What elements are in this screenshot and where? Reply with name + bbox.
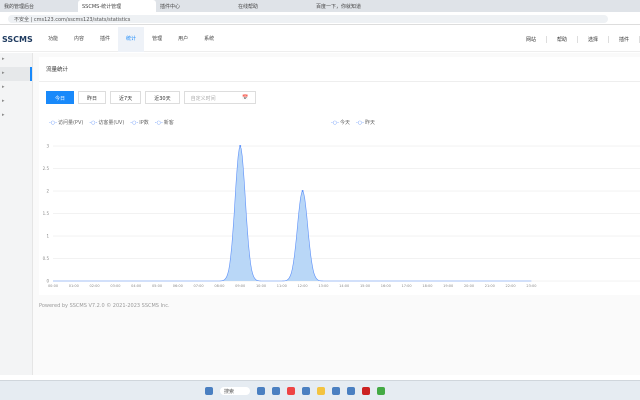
x-tick-label: 12:00 [298,284,308,288]
sidebar-item[interactable]: ▸ [0,95,32,109]
main-content: 流量统计 今日 昨日 近7天 近30天 自定义时间📅 访问量(PV) 访客量(U… [33,53,640,375]
x-tick-label: 20:00 [464,284,474,288]
nav-item[interactable]: 内容 [66,27,92,52]
top-nav: SSCMS 功能 内容 插件 统计 管理 用户 系统 网站 帮助 选择 插件 [0,26,640,52]
legend-item[interactable]: 访客量(UV) [89,119,124,126]
folder-icon[interactable] [317,386,325,395]
address-bar[interactable]: 不安全 | cms123.com/sscms123/stats/statisti… [0,12,640,25]
app-icon[interactable] [272,386,280,395]
x-tick-label: 07:00 [194,284,204,288]
last-30-days-button[interactable]: 近30天 [145,91,180,104]
x-tick-label: 04:00 [131,284,141,288]
browser-tabs: 我的管理后台 SSCMS-统计管理 插件中心 在线帮助 百度一下，你就知道 [0,0,640,12]
y-tick-label: 1 [46,234,49,239]
taskbar: 搜索 [0,380,640,400]
x-tick-label: 18:00 [422,284,432,288]
sidebar-item[interactable]: ▸ [0,81,32,95]
chrome-icon[interactable] [287,386,295,395]
nav-right-item[interactable]: 帮助 [547,35,578,43]
page-title: 流量统计 [39,57,640,82]
x-tick-label: 14:00 [339,284,349,288]
sidebar-item[interactable]: ▸ [0,109,32,123]
stats-card: 流量统计 今日 昨日 近7天 近30天 自定义时间📅 访问量(PV) 访客量(U… [39,57,640,295]
x-tick-label: 22:00 [506,284,516,288]
nav-right-item[interactable]: 选择 [578,35,609,43]
app-icon[interactable] [362,386,370,395]
sidebar: ▸ ▸ ▸ ▸ ▸ [0,53,33,375]
app-icon[interactable] [347,386,355,395]
x-tick-label: 03:00 [110,284,120,288]
y-tick-label: 2 [46,189,49,194]
x-tick-label: 10:00 [256,284,266,288]
x-tick-label: 02:00 [90,284,100,288]
app-icon[interactable] [377,386,385,395]
x-tick-label: 21:00 [485,284,495,288]
x-tick-label: 15:00 [360,284,370,288]
x-tick-label: 01:00 [69,284,79,288]
x-tick-label: 00:00 [48,284,58,288]
x-tick-label: 05:00 [152,284,162,288]
today-button[interactable]: 今日 [46,91,75,104]
sidebar-item-active[interactable]: ▸ [0,67,32,81]
data-point [239,145,242,147]
y-tick-label: 0 [46,279,49,284]
y-tick-label: 1.5 [43,211,50,216]
legend-item[interactable]: 新客 [155,119,174,126]
app-icon[interactable] [302,386,310,395]
y-tick-label: 0.5 [43,256,50,261]
app-icon[interactable] [257,386,265,395]
legend-item[interactable]: 昨天 [356,119,375,126]
nav-item[interactable]: 管理 [144,27,170,52]
y-tick-label: 2.5 [43,166,50,171]
app-icon[interactable] [332,386,340,395]
browser-tab[interactable]: 我的管理后台 [0,0,78,12]
sidebar-item[interactable]: ▸ [0,53,32,67]
x-tick-label: 13:00 [318,284,328,288]
legend-item[interactable]: 访问量(PV) [49,119,83,126]
nav-item[interactable]: 功能 [40,27,66,52]
x-tick-label: 16:00 [381,284,391,288]
nav-item[interactable]: 系统 [196,27,222,52]
taskbar-search[interactable]: 搜索 [220,386,250,395]
x-tick-label: 08:00 [214,284,224,288]
browser-tab-active[interactable]: SSCMS-统计管理 [78,0,156,12]
last-7-days-button[interactable]: 近7天 [110,91,142,104]
x-tick-label: 06:00 [173,284,183,288]
nav-item[interactable]: 插件 [92,27,118,52]
browser-tab[interactable]: 百度一下，你就知道 [312,0,390,12]
nav-right-item[interactable]: 插件 [609,35,640,43]
nav-right-item[interactable]: 网站 [516,35,547,43]
traffic-chart: 0 0.5 1 1.5 2 2.5 3 00:00 01:00 02:00 03:00 04:00 05… [43,144,640,288]
nav-item-stats[interactable]: 统计 [118,26,145,52]
x-tick-label: 09:00 [235,284,245,288]
legend-left: 访问量(PV) 访客量(UV) IP数 新客 [49,119,174,126]
start-icon[interactable] [205,386,213,395]
y-tick-label: 3 [46,144,49,149]
logo[interactable]: SSCMS [0,35,40,44]
legend-right: 今天 昨天 [331,119,375,126]
yesterday-button[interactable]: 昨日 [78,91,107,104]
legend-item[interactable]: 今天 [331,119,350,126]
x-tick-label: 11:00 [277,284,287,288]
footer: Powered by SSCMS V7.2.0 © 2021-2023 SSCM… [39,303,170,309]
legend-item[interactable]: IP数 [130,119,149,126]
calendar-icon: 📅 [242,95,249,101]
browser-tab[interactable]: 插件中心 [156,0,234,12]
x-tick-label: 17:00 [402,284,412,288]
date-picker[interactable]: 自定义时间 📅 [183,91,256,104]
url-text[interactable]: 不安全 | cms123.com/sscms123/stats/statisti… [8,15,608,23]
nav-item[interactable]: 用户 [170,27,196,52]
x-tick-label: 23:00 [526,284,536,288]
x-tick-label: 19:00 [443,284,453,288]
browser-tab[interactable]: 在线帮助 [234,0,312,12]
data-point [301,190,304,192]
